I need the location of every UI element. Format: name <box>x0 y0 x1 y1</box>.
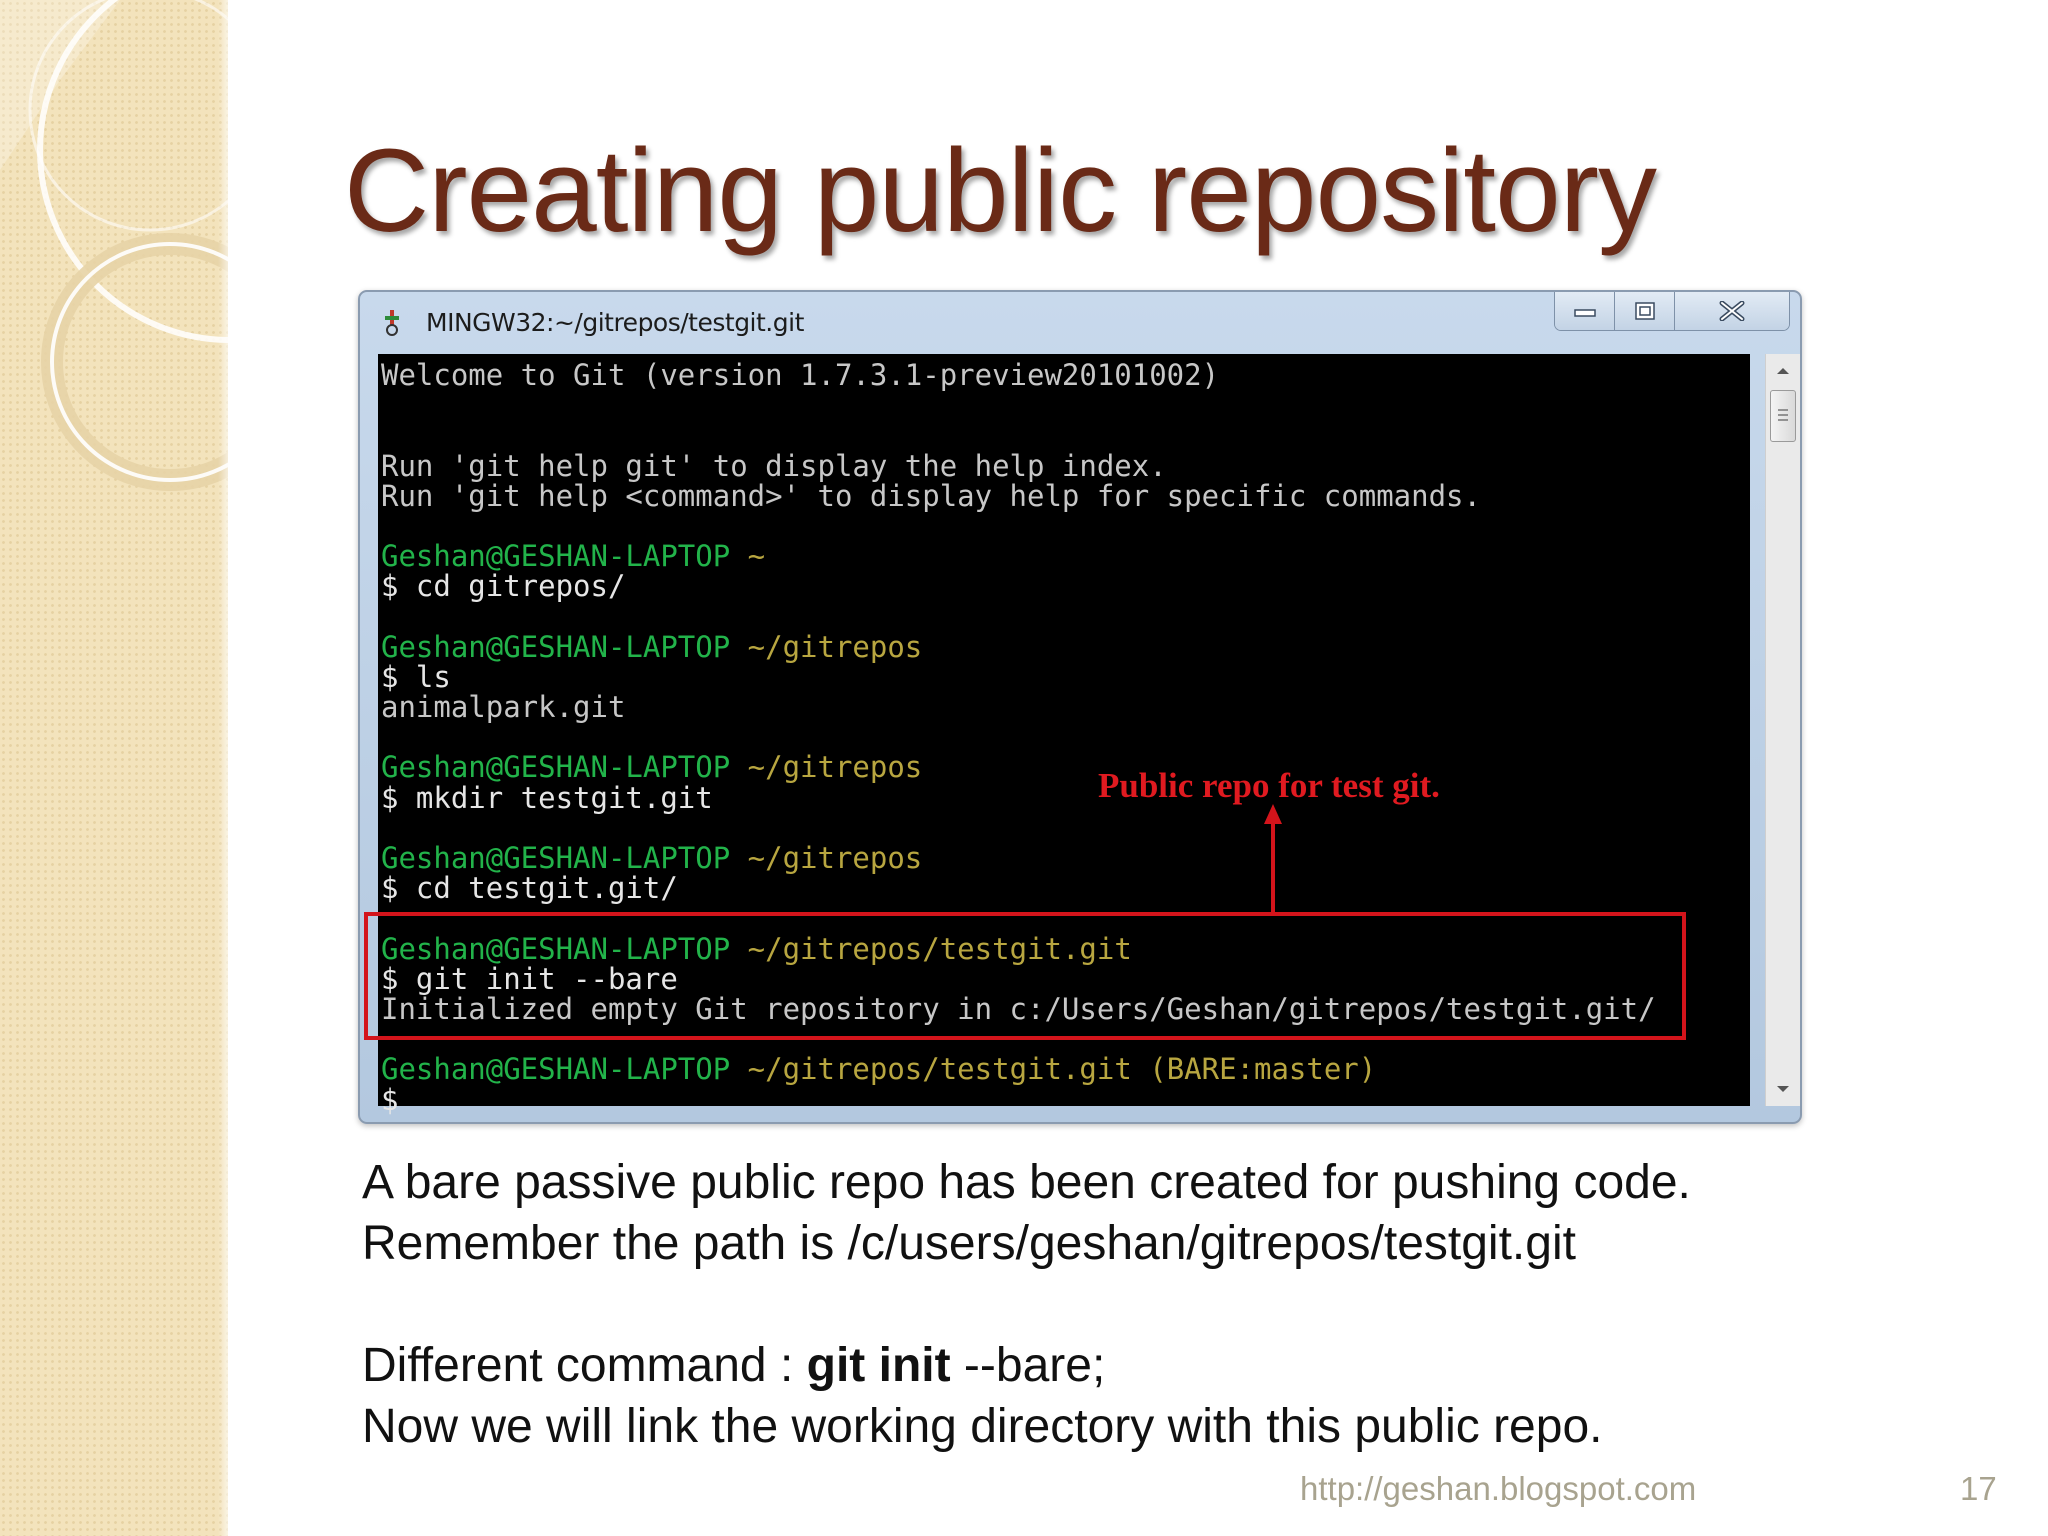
output-text: animalpark.git <box>381 690 626 725</box>
terminal-line: Welcome to Git (version 1.7.3.1-preview2… <box>381 360 1656 390</box>
window-titlebar[interactable]: MINGW32:~/gitrepos/testgit.git <box>360 292 1800 354</box>
prompt-path: ~/gitrepos <box>747 750 923 785</box>
body-line-3-bold: git init <box>806 1339 951 1392</box>
output-text: Run 'git help <command>' to display help… <box>381 478 1481 513</box>
prompt-path: ~/gitrepos/testgit.git (BARE:master) <box>747 1052 1377 1087</box>
body-line-3-prefix: Different command : <box>362 1339 807 1392</box>
command-text: $ cd testgit.git/ <box>381 871 678 906</box>
terminal-line: $ mkdir testgit.git <box>381 783 1656 813</box>
body-line-2: Remember the path is /c/users/geshan/git… <box>362 1217 1576 1270</box>
grip-icon <box>1778 409 1788 421</box>
slide-title: Creating public repository <box>344 125 1657 257</box>
git-bash-icon <box>385 310 399 336</box>
annotation-label: Public repo for test git. <box>1098 766 1440 805</box>
terminal-line: Geshan@GESHAN-LAPTOP ~ <box>381 541 1656 571</box>
scroll-up-arrow-icon[interactable] <box>1766 358 1800 384</box>
prompt-path: ~ <box>747 539 766 574</box>
prompt-path: ~/gitrepos <box>747 841 923 875</box>
command-text: $ cd gitrepos/ <box>381 569 626 604</box>
body-line-3-suffix: --bare; <box>950 1339 1106 1392</box>
maximize-button[interactable] <box>1615 292 1675 330</box>
terminal-line: $ cd gitrepos/ <box>381 571 1656 601</box>
output-text: Run 'git help git' to display the help i… <box>381 448 1167 483</box>
prompt-user: Geshan@GESHAN-LAPTOP <box>381 841 731 875</box>
output-text: Welcome to Git (version 1.7.3.1-preview2… <box>381 358 1220 392</box>
command-text: $ <box>381 1082 399 1117</box>
prompt-user: Geshan@GESHAN-LAPTOP <box>381 1052 731 1087</box>
terminal-line: $ <box>381 1082 1656 1117</box>
prompt-user: Geshan@GESHAN-LAPTOP <box>381 539 731 574</box>
command-text: $ mkdir testgit.git <box>381 780 713 815</box>
close-icon <box>1719 301 1745 321</box>
highlight-box <box>364 912 1686 1040</box>
scroll-down-arrow-icon[interactable] <box>1766 1076 1800 1102</box>
decorative-rings-icon <box>0 0 228 491</box>
maximize-icon <box>1634 302 1655 320</box>
terminal-line: $ cd testgit.git/ <box>381 873 1656 903</box>
close-button[interactable] <box>1675 292 1789 330</box>
slide-body: A bare passive public repo has been crea… <box>362 1152 1691 1457</box>
minimize-button[interactable] <box>1555 292 1615 330</box>
command-text: $ ls <box>381 659 451 694</box>
prompt-path: ~/gitrepos <box>747 629 923 664</box>
arrow-up-icon <box>1264 804 1282 914</box>
terminal-line: animalpark.git <box>381 692 1656 722</box>
decorative-side-strip <box>0 0 228 1536</box>
page-number: 17 <box>1960 1470 1997 1507</box>
terminal-line: Geshan@GESHAN-LAPTOP ~/gitrepos <box>381 632 1656 662</box>
window-title: MINGW32:~/gitrepos/testgit.git <box>426 308 804 337</box>
terminal-line: Run 'git help git' to display the help i… <box>381 448 1656 483</box>
prompt-user: Geshan@GESHAN-LAPTOP <box>381 629 731 664</box>
scrollbar-thumb[interactable] <box>1770 390 1796 442</box>
terminal-line: Geshan@GESHAN-LAPTOP ~/gitrepos <box>381 843 1656 873</box>
terminal-line: Geshan@GESHAN-LAPTOP ~/gitrepos <box>381 752 1656 782</box>
body-line-4: Now we will link the working directory w… <box>362 1400 1603 1453</box>
body-line-3: Different command : git init --bare; <box>362 1335 1691 1396</box>
body-line-1: A bare passive public repo has been crea… <box>362 1156 1691 1209</box>
window-controls <box>1554 292 1790 331</box>
prompt-user: Geshan@GESHAN-LAPTOP <box>381 750 731 785</box>
terminal-line: Run 'git help <command>' to display help… <box>381 481 1656 511</box>
terminal-line: Geshan@GESHAN-LAPTOP ~/gitrepos/testgit.… <box>381 1054 1656 1084</box>
minimize-icon <box>1573 309 1596 317</box>
terminal-line: $ ls <box>381 662 1656 692</box>
footer-url: http://geshan.blogspot.com <box>1300 1470 1697 1507</box>
vertical-scrollbar[interactable] <box>1765 354 1800 1106</box>
